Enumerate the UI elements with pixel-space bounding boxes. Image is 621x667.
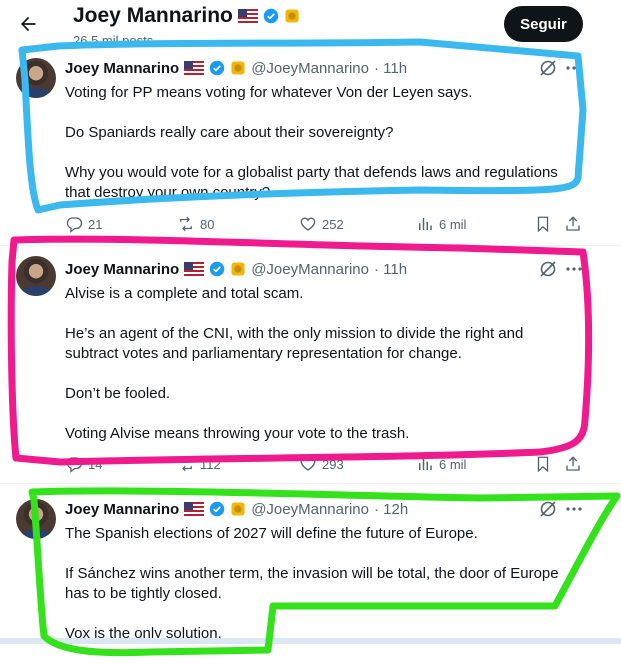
like-button[interactable]: 293: [299, 454, 344, 474]
author-name[interactable]: Joey Mannarino: [65, 501, 179, 518]
bookmark-icon: [537, 456, 549, 473]
tweet-paragraph: Voting for PP means voting for whatever …: [65, 84, 473, 101]
grok-icon[interactable]: [538, 499, 558, 519]
gold-badge-icon: [231, 61, 245, 75]
author-handle[interactable]: @JoeyMannarino: [251, 60, 369, 77]
more-icon[interactable]: [564, 499, 584, 519]
profile-header: Joey Mannarino 26,5 mil posts Seguir: [0, 0, 621, 48]
reply-count: 14: [88, 456, 103, 472]
back-button[interactable]: [12, 8, 44, 40]
author-name[interactable]: Joey Mannarino: [65, 60, 179, 77]
avatar[interactable]: [16, 256, 56, 296]
tweet-text: Voting for PP means voting for whatever …: [65, 83, 571, 203]
bookmark-icon: [537, 216, 549, 233]
tweet-actions: 21 80 252 6 mil: [65, 214, 585, 234]
repost-button[interactable]: 112: [177, 454, 221, 474]
views-button[interactable]: 6 mil: [416, 454, 466, 474]
tweet-paragraph: Voting Alvise means throwing your vote t…: [65, 425, 410, 442]
us-flag-icon: [184, 262, 205, 276]
bookmark-button[interactable]: [534, 454, 552, 474]
back-arrow-icon: [21, 16, 36, 32]
tweet-time[interactable]: · 11h: [374, 60, 407, 77]
reply-button[interactable]: 14: [65, 454, 102, 474]
gold-badge-icon: [231, 502, 245, 516]
reply-count: 21: [88, 216, 103, 232]
tweet-paragraph: Alvise is a complete and total scam.: [65, 285, 304, 302]
repost-button[interactable]: 80: [177, 214, 214, 234]
reply-icon: [66, 217, 83, 233]
verified-icon: [209, 261, 225, 277]
avatar[interactable]: [16, 58, 56, 98]
grok-icon[interactable]: [538, 58, 558, 78]
verified-icon: [263, 8, 279, 24]
repost-icon: [180, 456, 192, 472]
us-flag-icon: [237, 9, 258, 23]
tweet-time[interactable]: · 11h: [374, 261, 407, 278]
reply-button[interactable]: 21: [65, 214, 102, 234]
like-icon: [300, 457, 316, 471]
like-count: 252: [322, 216, 344, 232]
tweet-2[interactable]: Joey Mannarino @JoeyMannarino · 11h Alvi…: [0, 246, 621, 484]
share-button[interactable]: [564, 214, 582, 234]
author-handle[interactable]: @JoeyMannarino: [251, 261, 369, 278]
tweet-1[interactable]: Joey Mannarino @JoeyMannarino · 11h Voti…: [0, 48, 621, 246]
tweet-paragraph: The Spanish elections of 2027 will defin…: [65, 525, 478, 542]
like-icon: [300, 217, 316, 231]
like-button[interactable]: 252: [299, 214, 344, 234]
more-icon[interactable]: [564, 259, 584, 279]
views-icon: [419, 218, 432, 230]
bookmark-button[interactable]: [534, 214, 552, 234]
repost-icon: [180, 216, 192, 232]
gold-badge-icon: [231, 262, 245, 276]
tweet-paragraph: Why you would vote for a globalist party…: [65, 164, 558, 201]
bottom-bar: [0, 638, 621, 644]
avatar[interactable]: [16, 499, 56, 539]
posts-count: 26,5 mil posts: [73, 33, 154, 48]
tweet-paragraph: He’s an agent of the CNI, with the only …: [65, 325, 524, 362]
repost-count: 80: [200, 216, 215, 232]
verified-icon: [209, 60, 225, 76]
verified-icon: [209, 501, 225, 517]
follow-button[interactable]: Seguir: [504, 6, 583, 42]
views-icon: [419, 458, 432, 470]
us-flag-icon: [184, 502, 205, 516]
reply-icon: [66, 457, 83, 473]
gold-badge-icon: [285, 9, 299, 23]
views-button[interactable]: 6 mil: [416, 214, 466, 234]
repost-count: 112: [200, 456, 221, 472]
tweet-paragraph: Do Spaniards really care about their sov…: [65, 124, 394, 141]
views-count: 6 mil: [439, 216, 467, 232]
tweet-text: Alvise is a complete and total scam. He’…: [65, 284, 571, 444]
views-count: 6 mil: [439, 456, 467, 472]
like-count: 293: [322, 456, 344, 472]
more-icon[interactable]: [564, 58, 584, 78]
tweet-paragraph: If Sánchez wins another term, the invasi…: [65, 565, 559, 602]
header-name-row: Joey Mannarino: [73, 4, 300, 28]
author-handle[interactable]: @JoeyMannarino: [251, 501, 369, 518]
tweet-meta: Joey Mannarino @JoeyMannarino · 12h: [65, 499, 408, 519]
tweet-paragraph: Don’t be fooled.: [65, 385, 171, 402]
tweet-meta: Joey Mannarino @JoeyMannarino · 11h: [65, 259, 407, 279]
author-name[interactable]: Joey Mannarino: [65, 261, 179, 278]
share-button[interactable]: [564, 454, 582, 474]
tweet-meta: Joey Mannarino @JoeyMannarino · 11h: [65, 58, 407, 78]
share-icon: [566, 456, 580, 471]
tweet-actions: 14 112 293 6 mil: [65, 454, 585, 474]
tweet-time[interactable]: · 12h: [374, 501, 408, 518]
us-flag-icon: [184, 61, 205, 75]
grok-icon[interactable]: [538, 259, 558, 279]
header-name: Joey Mannarino: [73, 4, 233, 27]
tweet-text: The Spanish elections of 2027 will defin…: [65, 524, 571, 644]
share-icon: [566, 216, 580, 231]
